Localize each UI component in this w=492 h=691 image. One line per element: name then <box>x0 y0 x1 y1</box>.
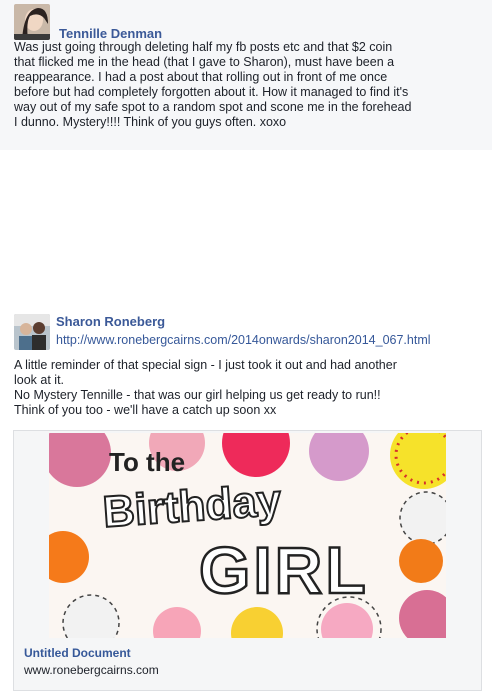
link-preview-domain: www.ronebergcairns.com <box>24 663 159 677</box>
card-text-girl: GIRL <box>199 533 369 607</box>
link-preview-card[interactable]: To the Birthday GIRL Untitled Document w… <box>13 430 482 691</box>
avatar-sharon[interactable] <box>14 314 50 350</box>
card-text-to-the: To the <box>109 447 185 477</box>
comment-tennille: Tennille Denman Was just going through d… <box>0 0 492 150</box>
link-preview-title[interactable]: Untitled Document <box>24 646 131 660</box>
author-name[interactable]: Sharon Roneberg <box>56 314 165 329</box>
comment-sharon: Sharon Roneberg http://www.ronebergcairn… <box>0 150 492 691</box>
comment-text: Was just going through deleting half my … <box>14 40 412 129</box>
birthday-card-image[interactable]: To the Birthday GIRL <box>49 433 446 638</box>
avatar-tennille[interactable] <box>14 4 50 40</box>
author-name[interactable]: Tennille Denman <box>59 26 162 41</box>
shared-link-url[interactable]: http://www.ronebergcairns.com/2014onward… <box>56 333 431 347</box>
comment-text: A little reminder of that special sign -… <box>14 358 397 417</box>
